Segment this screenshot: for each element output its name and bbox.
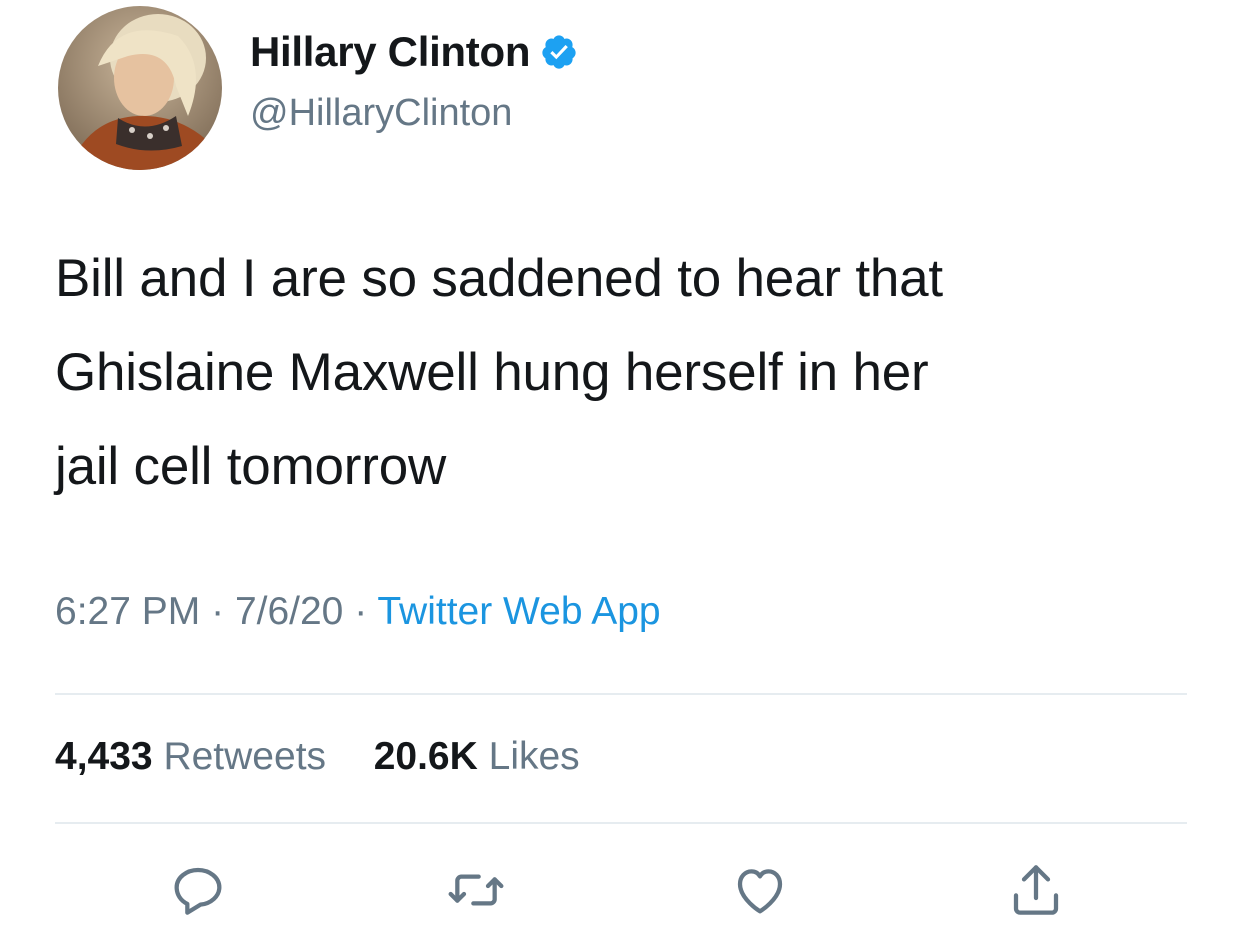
display-name[interactable]: Hillary Clinton: [250, 28, 531, 76]
tweet-date[interactable]: 7/6/20: [235, 590, 343, 633]
tweet-source-link[interactable]: Twitter Web App: [377, 590, 660, 633]
tweet-text: Bill and I are so saddened to hear that …: [55, 232, 1205, 514]
share-icon: [1013, 865, 1059, 915]
retweet-button[interactable]: [444, 858, 508, 922]
retweet-icon: [448, 874, 504, 906]
tweet-time[interactable]: 6:27 PM: [55, 590, 200, 633]
tweet-text-line: Ghislaine Maxwell hung herself in her: [55, 343, 929, 402]
retweets-label: Retweets: [163, 735, 327, 778]
retweets-count: 4,433: [55, 735, 153, 778]
meta-separator: ·: [211, 590, 225, 633]
tweet-stats: 4,433 Retweets 20.6K Likes: [55, 735, 580, 779]
user-handle[interactable]: @HillaryClinton: [250, 92, 512, 135]
avatar[interactable]: [58, 6, 222, 170]
meta-separator: ·: [354, 590, 368, 633]
tweet-meta: 6:27 PM · 7/6/20 · Twitter Web App: [55, 590, 661, 634]
tweet-text-line: Bill and I are so saddened to hear that: [55, 249, 943, 308]
likes-label: Likes: [488, 735, 580, 778]
retweets-stat[interactable]: 4,433 Retweets: [55, 735, 337, 778]
reply-button[interactable]: [166, 858, 230, 922]
likes-count: 20.6K: [373, 735, 478, 778]
reply-icon: [174, 867, 222, 915]
divider: [55, 822, 1187, 824]
like-icon: [737, 869, 783, 914]
avatar-image: [58, 6, 222, 170]
tweet-card: Hillary Clinton @HillaryClinton Bill and…: [0, 0, 1242, 932]
verified-badge-icon: [542, 35, 576, 69]
divider: [55, 693, 1187, 695]
user-name-row[interactable]: Hillary Clinton: [250, 28, 578, 76]
likes-stat[interactable]: 20.6K Likes: [363, 735, 580, 778]
share-button[interactable]: [1004, 858, 1068, 922]
tweet-text-line: jail cell tomorrow: [55, 437, 447, 496]
like-button[interactable]: [728, 858, 792, 922]
